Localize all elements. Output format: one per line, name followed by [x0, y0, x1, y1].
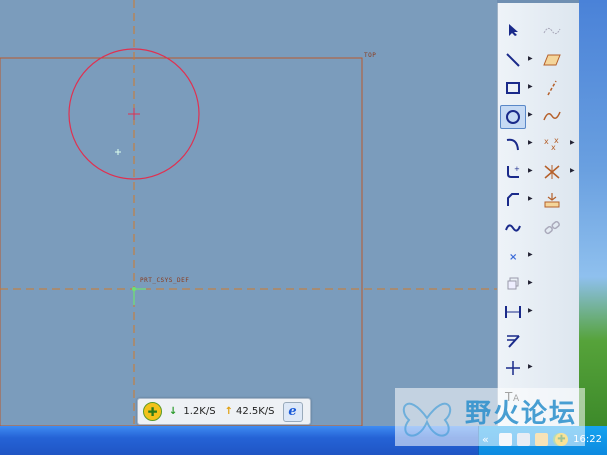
point-icon[interactable]: xxx — [540, 133, 564, 155]
centerline-flyout-arrow-icon[interactable]: ▶ — [528, 363, 533, 370]
svg-text:×: × — [509, 252, 517, 263]
svg-text:+: + — [514, 165, 520, 173]
arc-flyout-arrow-icon[interactable]: ▶ — [528, 139, 533, 146]
upload-arrow-icon: ↑ — [224, 406, 233, 417]
offset-flyout-arrow-icon[interactable]: ▶ — [528, 279, 533, 286]
trim-flyout-arrow-icon[interactable]: ▶ — [570, 167, 575, 174]
network-speed-meter[interactable]: ✚ ↓ 1.2K/S ↑ 42.5K/S e — [137, 398, 311, 425]
butterfly-logo-icon — [402, 402, 452, 437]
csys-label: PRT_CSYS_DEF — [140, 277, 190, 284]
ie-browser-icon[interactable]: e — [282, 401, 303, 422]
toolbar-row-spline — [498, 215, 580, 241]
sketch-canvas[interactable]: TOP PRT_CSYS_DEF — [0, 0, 497, 426]
toolbar-row-dimension: ▶ — [498, 299, 580, 325]
dimension-flyout-arrow-icon[interactable]: ▶ — [528, 307, 533, 314]
offset-icon[interactable] — [501, 273, 525, 295]
point-x-icon[interactable]: × — [501, 245, 525, 267]
svg-text:x: x — [554, 136, 559, 145]
svg-text:x: x — [544, 137, 549, 146]
rectangle-flyout-arrow-icon[interactable]: ▶ — [528, 83, 533, 90]
circle-icon[interactable] — [500, 105, 526, 129]
sketcher-toolbar: ▶ ▶ ▶ ▶ xxx ▶ + ▶ ▶ ▶ × ▶ ▶ ▶ ▶ — [497, 3, 580, 426]
toolbar-row-chamfer: ▶ — [498, 187, 580, 213]
point-flyout-arrow-icon[interactable]: ▶ — [570, 139, 575, 146]
circle-flyout-arrow-icon[interactable]: ▶ — [528, 111, 533, 118]
chain-icon[interactable] — [540, 217, 564, 239]
download-arrow-icon: ↓ — [169, 406, 178, 417]
top-datum-plane — [0, 57, 363, 426]
point-flyout-arrow-icon-2[interactable]: ▶ — [528, 251, 533, 258]
download-speed: 1.2K/S — [183, 406, 216, 417]
chamfer-flyout-arrow-icon[interactable]: ▶ — [528, 195, 533, 202]
desktop-wallpaper — [579, 0, 607, 426]
upload-speed: 42.5K/S — [235, 406, 275, 417]
select-arrow-icon[interactable] — [501, 19, 525, 41]
meter-logo-icon[interactable]: ✚ — [143, 402, 162, 421]
dashed-spline-icon[interactable] — [540, 19, 564, 41]
cursor-crosshair-icon — [115, 149, 121, 155]
fillet-icon[interactable]: + — [501, 161, 525, 183]
sketch-graphics — [0, 0, 497, 426]
centerline-icon[interactable] — [501, 357, 525, 379]
constraint-icon[interactable] — [540, 189, 564, 211]
toolbar-row-fillet: + ▶ ▶ — [498, 159, 580, 185]
line-icon[interactable] — [501, 49, 525, 71]
toolbar-row-modify — [498, 327, 580, 353]
modify-icon[interactable] — [501, 329, 525, 351]
chamfer-icon[interactable] — [501, 189, 525, 211]
line-flyout-arrow-icon[interactable]: ▶ — [528, 55, 533, 62]
fillet-flyout-arrow-icon[interactable]: ▶ — [528, 167, 533, 174]
toolbar-row-line: ▶ — [498, 47, 580, 73]
forum-watermark: 野火论坛 — [395, 388, 585, 446]
toolbar-row-rectangle: ▶ — [498, 75, 580, 101]
dimension-icon[interactable] — [501, 301, 525, 323]
arc-icon[interactable] — [501, 133, 525, 155]
spline-curve-icon[interactable] — [501, 217, 525, 239]
spline-icon[interactable] — [540, 105, 564, 127]
toolbar-row-centerline: ▶ — [498, 355, 580, 381]
trim-icon[interactable] — [540, 161, 564, 183]
parallelogram-icon[interactable] — [540, 49, 564, 71]
toolbar-row-arc: ▶ xxx ▶ — [498, 131, 580, 157]
rectangle-icon[interactable] — [501, 77, 525, 99]
top-datum-label: TOP — [364, 52, 377, 59]
watermark-text: 野火论坛 — [465, 399, 578, 429]
csys-origin-icon — [132, 287, 146, 305]
toolbar-row-circle: ▶ — [498, 103, 580, 129]
dashed-line-icon[interactable] — [540, 77, 564, 99]
toolbar-row-select — [498, 17, 580, 43]
toolbar-row-offset: ▶ — [498, 271, 580, 297]
toolbar-row-point: × ▶ — [498, 243, 580, 269]
